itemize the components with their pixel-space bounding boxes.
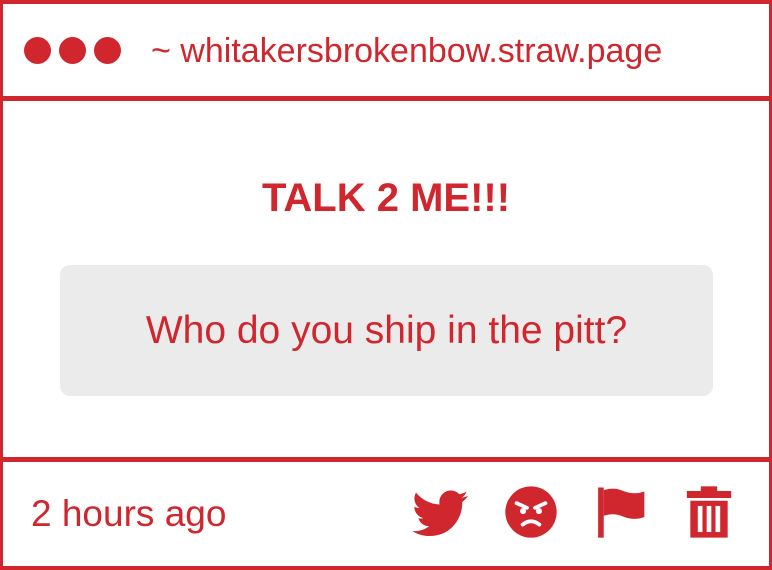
flag-icon[interactable]	[593, 484, 649, 540]
question-text: Who do you ship in the pitt?	[145, 308, 628, 352]
trash-icon-glyph	[686, 486, 732, 538]
header-divider	[0, 96, 772, 101]
question-card: Who do you ship in the pitt?	[60, 265, 713, 396]
twitter-icon-glyph	[413, 490, 469, 537]
trash-icon[interactable]	[681, 484, 737, 540]
angry-face-icon-glyph	[505, 486, 557, 538]
page-url: ~ whitakersbrokenbow.straw.page	[151, 32, 663, 70]
title-bar: ~ whitakersbrokenbow.straw.page	[3, 4, 769, 96]
window-controls	[24, 37, 121, 64]
flag-icon-glyph	[598, 487, 645, 538]
window-dot-1[interactable]	[24, 37, 51, 64]
footer-bar: 2 hours ago	[3, 462, 769, 566]
window-dot-3[interactable]	[94, 37, 121, 64]
frame-border-bottom	[0, 566, 772, 570]
window-frame: ~ whitakersbrokenbow.straw.page TALK 2 M…	[0, 0, 772, 570]
timestamp: 2 hours ago	[31, 493, 227, 534]
window-dot-2[interactable]	[59, 37, 86, 64]
twitter-icon[interactable]	[413, 484, 469, 540]
page-title: TALK 2 ME!!!	[261, 176, 511, 220]
angry-face-icon[interactable]	[503, 484, 559, 540]
